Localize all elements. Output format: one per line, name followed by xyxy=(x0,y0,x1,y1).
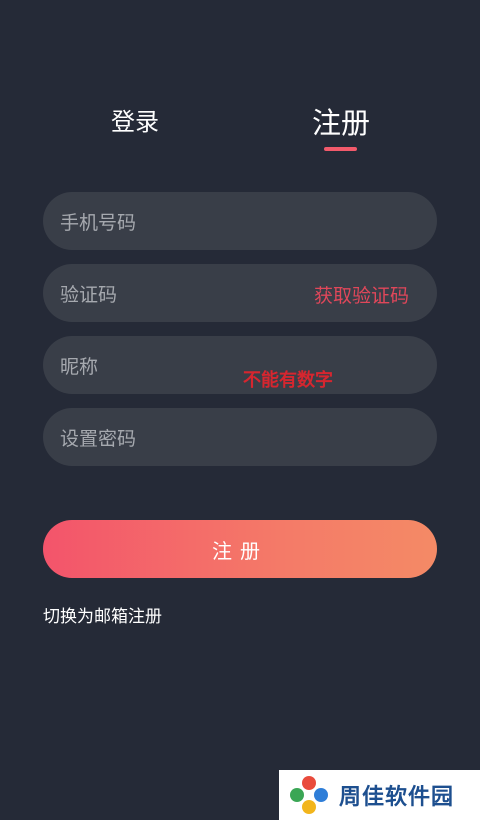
get-code-button[interactable]: 获取验证码 xyxy=(314,281,409,308)
nickname-note: 不能有数字 xyxy=(243,370,333,391)
phone-field[interactable]: 手机号码 xyxy=(43,192,437,250)
register-button[interactable]: 注册 xyxy=(43,520,437,578)
switch-to-email-link[interactable]: 切换为邮箱注册 xyxy=(43,602,162,627)
password-placeholder: 设置密码 xyxy=(60,427,137,450)
tab-active-indicator xyxy=(324,147,357,151)
code-placeholder: 验证码 xyxy=(60,283,118,306)
register-screen: 登录 注册 手机号码 验证码 获取验证码 昵称 不能有数字 设置密码 注册 切换… xyxy=(0,0,480,820)
watermark-logo-icon xyxy=(290,776,328,814)
password-field[interactable]: 设置密码 xyxy=(43,408,437,466)
nickname-placeholder: 昵称 xyxy=(60,355,99,378)
watermark-text: 周佳软件园 xyxy=(339,785,455,810)
phone-placeholder: 手机号码 xyxy=(60,211,137,234)
tab-login[interactable]: 登录 xyxy=(96,102,174,142)
nickname-field[interactable]: 昵称 xyxy=(43,336,437,394)
tab-register[interactable]: 注册 xyxy=(302,100,380,140)
watermark: 周佳软件园 xyxy=(279,770,480,820)
verification-code-field[interactable]: 验证码 获取验证码 xyxy=(43,264,437,322)
